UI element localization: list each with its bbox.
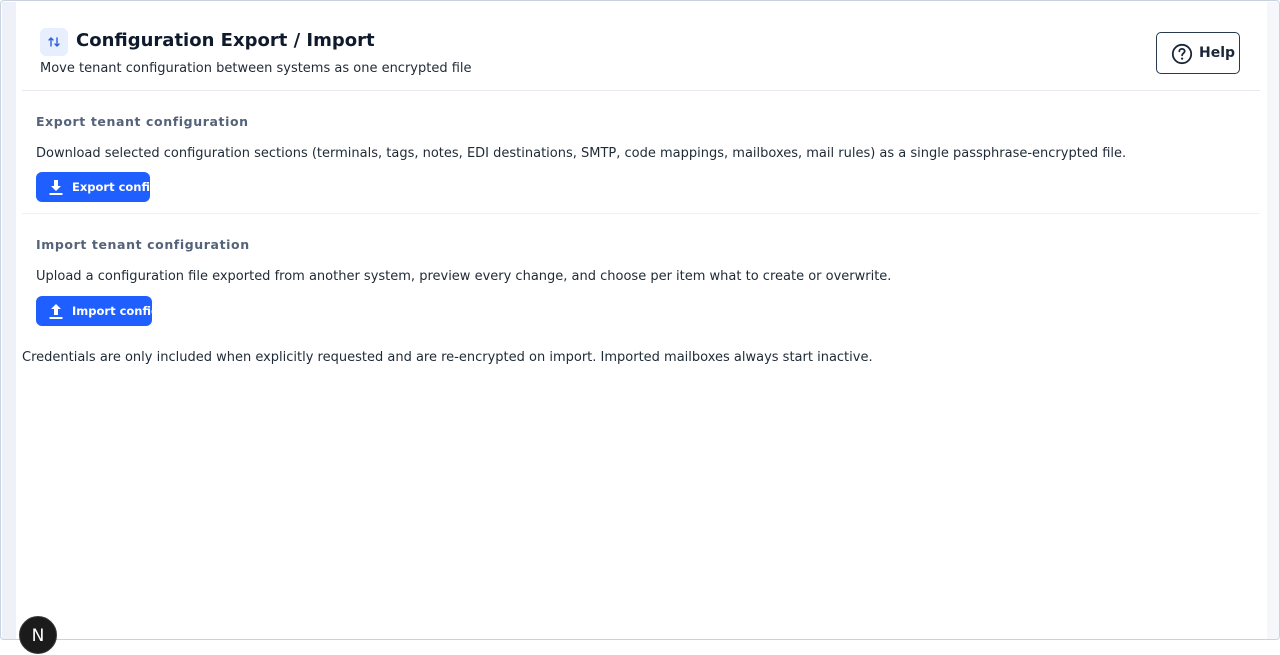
app-frame: Configuration Export / Import Move tenan… <box>0 0 1280 640</box>
import-config-button[interactable]: Import config <box>36 296 159 326</box>
help-label: Help <box>1199 45 1236 61</box>
import-section-description: Upload a configuration file exported fro… <box>36 269 892 284</box>
question-circle-icon <box>1171 43 1193 69</box>
export-config-button[interactable]: Export config <box>36 172 158 202</box>
left-gutter <box>2 2 16 639</box>
export-config-label: Export config <box>72 180 159 194</box>
upload-icon <box>49 304 63 319</box>
help-button[interactable]: Help <box>1156 32 1240 74</box>
right-scrollbar-track[interactable] <box>1267 2 1279 639</box>
import-config-label: Import config <box>72 304 160 318</box>
page-header: Configuration Export / Import Move tenan… <box>22 17 1260 91</box>
export-section-description: Download selected configuration sections… <box>36 146 1127 161</box>
export-section-title: Export tenant configuration <box>36 114 249 129</box>
export-section: Export tenant configuration Download sel… <box>22 91 1260 214</box>
page-subtitle: Move tenant configuration between system… <box>40 61 472 76</box>
import-section: Import tenant configuration Upload a con… <box>22 214 1260 334</box>
credentials-footnote: Credentials are only included when expli… <box>22 350 873 365</box>
page-title: Configuration Export / Import <box>76 30 375 51</box>
dev-tools-badge[interactable]: N <box>19 616 57 654</box>
swap-vertical-icon <box>40 28 68 56</box>
import-section-title: Import tenant configuration <box>36 237 250 252</box>
download-icon <box>49 180 63 195</box>
